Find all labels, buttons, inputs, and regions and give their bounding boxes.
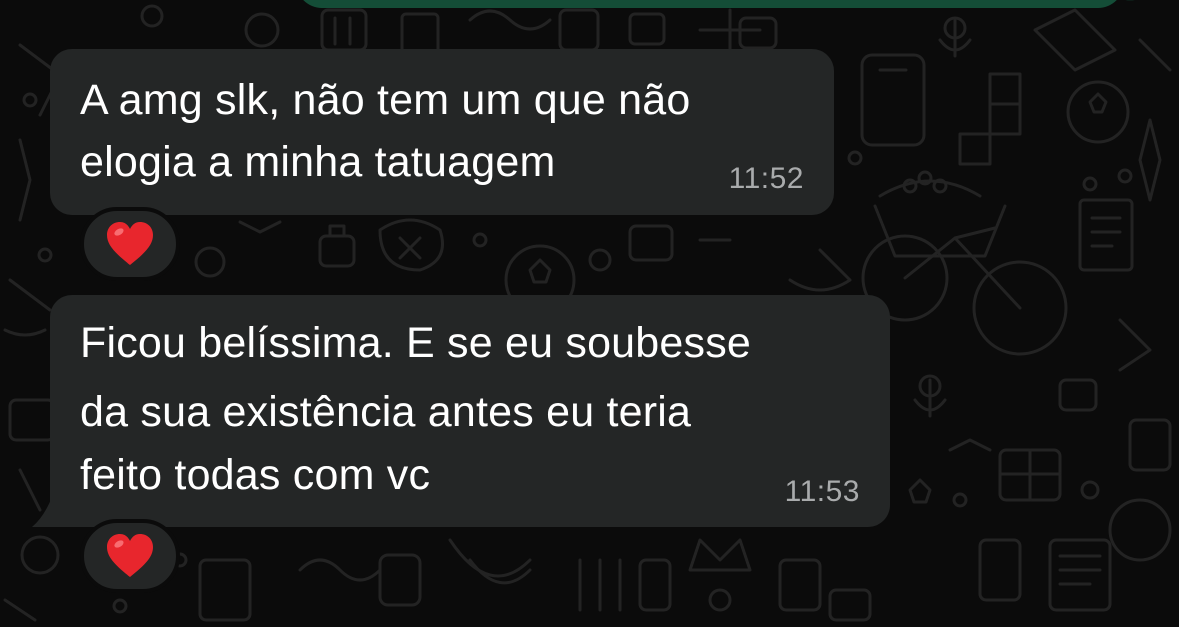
message-text-line: Ficou belíssima. E se eu soubesse: [80, 319, 752, 367]
message-text-line: elogia a minha tatuagem: [80, 138, 556, 186]
message-text-line: feito todas com vc: [80, 451, 431, 499]
incoming-bubble-tail: [32, 497, 52, 527]
incoming-message-bubble[interactable]: A amg slk, não tem um que não elogia a m…: [50, 49, 834, 215]
red-heart-icon: [107, 222, 153, 265]
message-timestamp: 11:53: [784, 475, 860, 508]
outgoing-bubble-tail: [1125, 0, 1135, 1]
message-text-line: da sua existência antes eu teria: [80, 388, 692, 436]
outgoing-message-bubble-partial[interactable]: [296, 0, 1124, 8]
message-reaction[interactable]: [80, 207, 180, 281]
message-timestamp: 11:52: [728, 162, 804, 195]
message-reaction[interactable]: [80, 519, 180, 593]
red-heart-icon: [107, 534, 153, 577]
incoming-message-bubble[interactable]: Ficou belíssima. E se eu soubesse da sua…: [50, 295, 890, 527]
message-text-line: A amg slk, não tem um que não: [80, 76, 691, 124]
